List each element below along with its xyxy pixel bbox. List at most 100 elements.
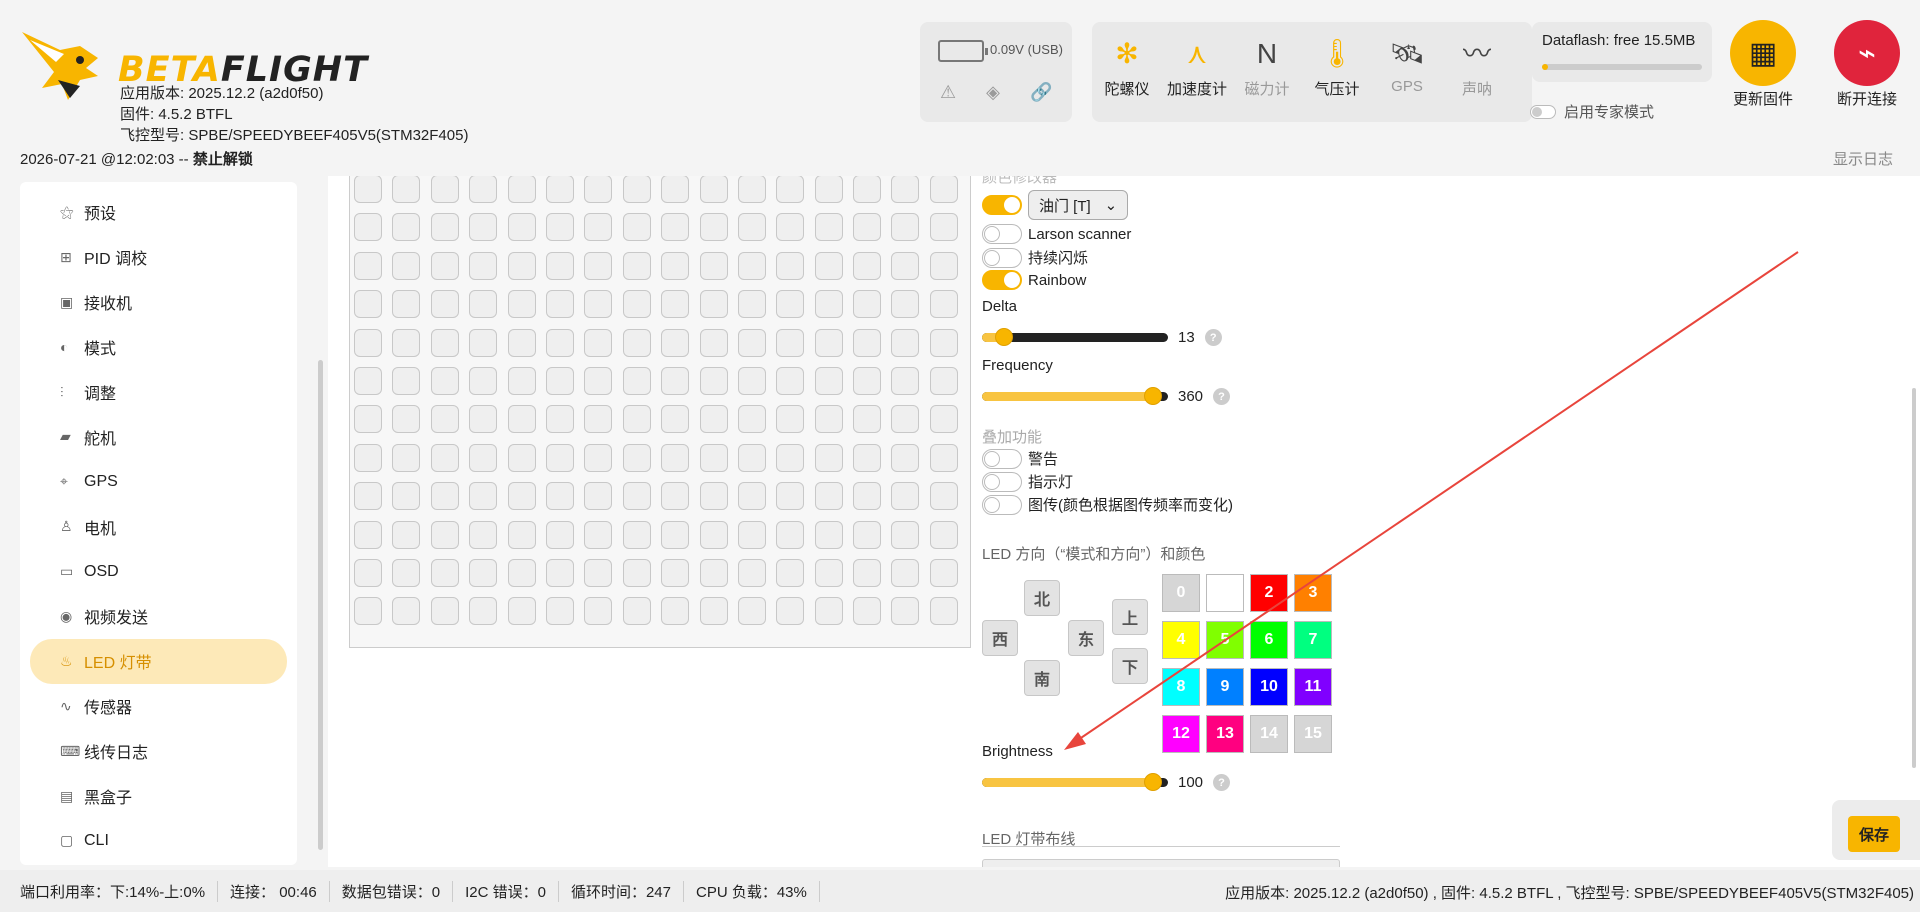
led-cell[interactable]: [661, 251, 690, 280]
main-scrollbar[interactable]: [1912, 388, 1916, 768]
led-cell[interactable]: [354, 213, 382, 242]
led-cell[interactable]: [661, 558, 690, 587]
led-cell[interactable]: [354, 520, 382, 549]
direction-south-button[interactable]: 南: [1024, 660, 1060, 696]
led-cell[interactable]: [929, 558, 958, 587]
led-cell[interactable]: [699, 176, 728, 203]
led-cell[interactable]: [699, 405, 728, 434]
sidebar-item-14[interactable]: ▢ CLI: [30, 818, 287, 863]
blink-toggle[interactable]: [982, 247, 1022, 268]
led-cell[interactable]: [699, 290, 728, 319]
delta-slider[interactable]: [982, 328, 1168, 346]
led-cell[interactable]: [929, 520, 958, 549]
led-cell[interactable]: [430, 176, 459, 203]
led-cell[interactable]: [430, 520, 459, 549]
led-cell[interactable]: [584, 290, 613, 319]
color-swatch-2[interactable]: 2: [1250, 574, 1288, 612]
disconnect-button[interactable]: ⌁: [1834, 20, 1900, 86]
led-cell[interactable]: [545, 558, 574, 587]
led-cell[interactable]: [929, 482, 958, 511]
led-cell[interactable]: [507, 482, 536, 511]
led-cell[interactable]: [929, 597, 958, 626]
modifier-select[interactable]: 油门 [T] ⌄: [1028, 190, 1129, 220]
led-cell[interactable]: [622, 251, 651, 280]
led-cell[interactable]: [392, 520, 421, 549]
led-cell[interactable]: [469, 290, 498, 319]
led-cell[interactable]: [392, 443, 421, 472]
led-cell[interactable]: [929, 176, 958, 203]
led-cell[interactable]: [661, 482, 690, 511]
led-cell[interactable]: [853, 176, 882, 203]
led-cell[interactable]: [584, 520, 613, 549]
led-cell[interactable]: [814, 482, 843, 511]
led-cell[interactable]: [507, 520, 536, 549]
sidebar-item-0[interactable]: ⚝ 预设: [30, 190, 287, 235]
led-cell[interactable]: [737, 251, 766, 280]
led-cell[interactable]: [354, 251, 382, 280]
led-cell[interactable]: [737, 405, 766, 434]
led-cell[interactable]: [507, 251, 536, 280]
led-cell[interactable]: [507, 597, 536, 626]
led-cell[interactable]: [545, 251, 574, 280]
led-cell[interactable]: [507, 366, 536, 395]
led-cell[interactable]: [392, 328, 421, 357]
led-cell[interactable]: [354, 597, 382, 626]
sidebar-item-8[interactable]: ▭ OSD: [30, 549, 287, 594]
help-icon[interactable]: ?: [1213, 388, 1231, 405]
led-cell[interactable]: [354, 290, 382, 319]
led-cell[interactable]: [661, 366, 690, 395]
led-cell[interactable]: [929, 251, 958, 280]
led-cell[interactable]: [776, 443, 805, 472]
sidebar-item-2[interactable]: ▣ 接收机: [30, 280, 287, 325]
led-cell[interactable]: [776, 251, 805, 280]
led-cell[interactable]: [392, 597, 421, 626]
led-cell[interactable]: [545, 443, 574, 472]
led-cell[interactable]: [469, 558, 498, 587]
led-cell[interactable]: [545, 597, 574, 626]
color-swatch-0[interactable]: 0: [1162, 574, 1200, 612]
led-cell[interactable]: [891, 558, 920, 587]
led-cell[interactable]: [469, 443, 498, 472]
sidebar-item-6[interactable]: ⌖ GPS: [30, 459, 287, 504]
color-swatch-3[interactable]: 3: [1294, 574, 1332, 612]
led-cell[interactable]: [853, 290, 882, 319]
led-cell[interactable]: [699, 213, 728, 242]
led-cell[interactable]: [430, 405, 459, 434]
sidebar-item-7[interactable]: ♙ 电机: [30, 504, 287, 549]
led-cell[interactable]: [469, 482, 498, 511]
led-cell[interactable]: [853, 213, 882, 242]
led-cell[interactable]: [354, 443, 382, 472]
help-icon[interactable]: ?: [1204, 329, 1222, 346]
led-cell[interactable]: [507, 443, 536, 472]
led-cell[interactable]: [354, 176, 382, 203]
sidebar-item-12[interactable]: ⌨ 线传日志: [30, 729, 287, 774]
led-cell[interactable]: [469, 251, 498, 280]
led-cell[interactable]: [430, 213, 459, 242]
led-cell[interactable]: [469, 213, 498, 242]
led-cell[interactable]: [699, 520, 728, 549]
led-cell[interactable]: [545, 405, 574, 434]
color-swatch-5[interactable]: 5: [1206, 621, 1244, 659]
led-cell[interactable]: [622, 176, 651, 203]
led-cell[interactable]: [507, 405, 536, 434]
led-cell[interactable]: [392, 213, 421, 242]
led-cell[interactable]: [814, 597, 843, 626]
led-cell[interactable]: [545, 366, 574, 395]
led-cell[interactable]: [392, 405, 421, 434]
led-cell[interactable]: [392, 176, 421, 203]
led-cell[interactable]: [814, 558, 843, 587]
led-cell[interactable]: [430, 251, 459, 280]
led-cell[interactable]: [776, 213, 805, 242]
led-cell[interactable]: [622, 328, 651, 357]
led-cell[interactable]: [853, 597, 882, 626]
led-cell[interactable]: [430, 328, 459, 357]
led-cell[interactable]: [891, 251, 920, 280]
led-cell[interactable]: [699, 443, 728, 472]
led-cell[interactable]: [699, 366, 728, 395]
direction-north-button[interactable]: 北: [1024, 580, 1060, 616]
led-cell[interactable]: [853, 328, 882, 357]
led-cell[interactable]: [622, 482, 651, 511]
led-cell[interactable]: [430, 290, 459, 319]
led-cell[interactable]: [737, 482, 766, 511]
led-cell[interactable]: [929, 328, 958, 357]
